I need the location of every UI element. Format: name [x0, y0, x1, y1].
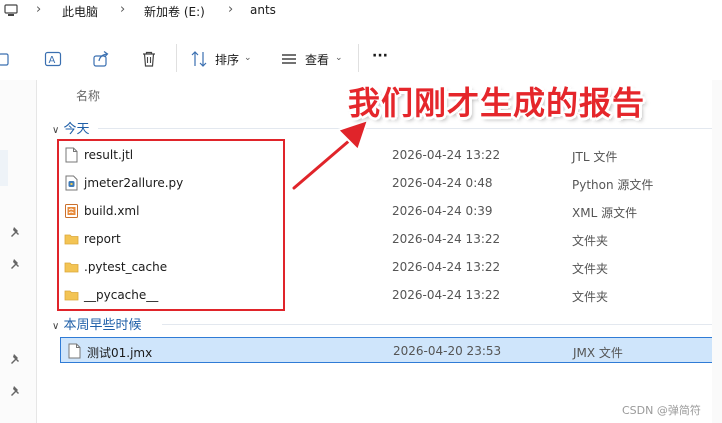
view-button[interactable]: 查看 — [305, 51, 329, 68]
svg-text:A: A — [49, 55, 56, 66]
file-date: 2026-04-24 13:22 — [392, 148, 501, 162]
file-date: 2026-04-24 0:39 — [392, 204, 493, 218]
annotation-highlight-box — [57, 139, 285, 311]
breadcrumb: › 此电脑 › 新加卷 (E:) › ants — [0, 0, 722, 22]
copy-icon — [0, 53, 9, 66]
sort-icon — [191, 51, 207, 67]
column-header-name[interactable]: 名称 — [76, 87, 100, 104]
rename-icon: A — [44, 51, 62, 67]
group-header-earlier-this-week[interactable]: ∨ 本周早些时候 — [52, 314, 141, 333]
pin-icon[interactable] — [10, 226, 22, 238]
annotation-text: 我们刚才生成的报告 — [348, 84, 646, 122]
copy-button[interactable] — [0, 48, 16, 70]
sort-button[interactable]: 排序 — [215, 51, 239, 68]
chevron-down-icon[interactable]: ⌄ — [335, 53, 343, 63]
chevron-down-icon[interactable]: ⌄ — [244, 53, 252, 63]
file-type: XML 源文件 — [572, 206, 638, 220]
file-date: 2026-04-24 0:48 — [392, 176, 493, 190]
sort-icon-button[interactable] — [188, 48, 210, 70]
vertical-scrollbar[interactable] — [712, 80, 722, 423]
breadcrumb-ants[interactable]: ants — [250, 3, 276, 17]
file-type: 文件夹 — [572, 290, 609, 304]
navigation-pane — [0, 80, 36, 423]
pane-divider[interactable] — [36, 80, 37, 423]
pin-icon[interactable] — [10, 258, 22, 270]
chevron-down-icon[interactable]: ∨ — [52, 125, 59, 136]
pin-icon[interactable] — [10, 353, 22, 365]
trash-icon — [143, 51, 155, 67]
file-date: 2026-04-20 23:53 — [393, 344, 502, 358]
file-type: 文件夹 — [572, 234, 609, 248]
file-type: JTL 文件 — [572, 150, 618, 164]
file-date: 2026-04-24 13:22 — [392, 232, 501, 246]
chevron-down-icon[interactable]: ∨ — [52, 321, 59, 332]
rename-button[interactable]: A — [42, 48, 64, 70]
chevron-right-icon[interactable]: › — [120, 2, 125, 17]
group-divider — [162, 324, 712, 325]
group-divider — [98, 128, 712, 129]
file-type: Python 源文件 — [572, 178, 654, 192]
file-type: 文件夹 — [572, 262, 609, 276]
breadcrumb-drive-e[interactable]: 新加卷 (E:) — [144, 3, 205, 20]
share-icon — [93, 51, 109, 67]
computer-icon[interactable] — [4, 4, 18, 17]
file-type: JMX 文件 — [573, 346, 623, 360]
toolbar-divider — [176, 44, 177, 72]
chevron-right-icon[interactable]: › — [36, 2, 41, 17]
pin-icon[interactable] — [10, 385, 22, 397]
watermark: CSDN @弹简符 — [622, 404, 701, 417]
file-date: 2026-04-24 13:22 — [392, 288, 501, 302]
file-date: 2026-04-24 13:22 — [392, 260, 501, 274]
file-name: 测试01.jmx — [87, 346, 153, 360]
share-button[interactable] — [90, 48, 112, 70]
group-header-today[interactable]: ∨ 今天 — [52, 118, 89, 137]
breadcrumb-this-pc[interactable]: 此电脑 — [62, 3, 98, 20]
more-options-button[interactable]: ··· — [372, 48, 388, 64]
group-label: 本周早些时候 — [63, 318, 142, 333]
chevron-right-icon[interactable]: › — [228, 2, 233, 17]
document-icon — [68, 343, 81, 359]
view-icon-button[interactable] — [278, 48, 300, 70]
file-row[interactable]: 测试01.jmx 2026-04-20 23:53 JMX 文件 — [60, 337, 722, 363]
toolbar-divider — [358, 44, 359, 72]
delete-button[interactable] — [138, 48, 160, 70]
nav-item-highlight[interactable] — [0, 150, 8, 186]
group-label: 今天 — [63, 122, 90, 137]
view-icon — [282, 54, 296, 64]
